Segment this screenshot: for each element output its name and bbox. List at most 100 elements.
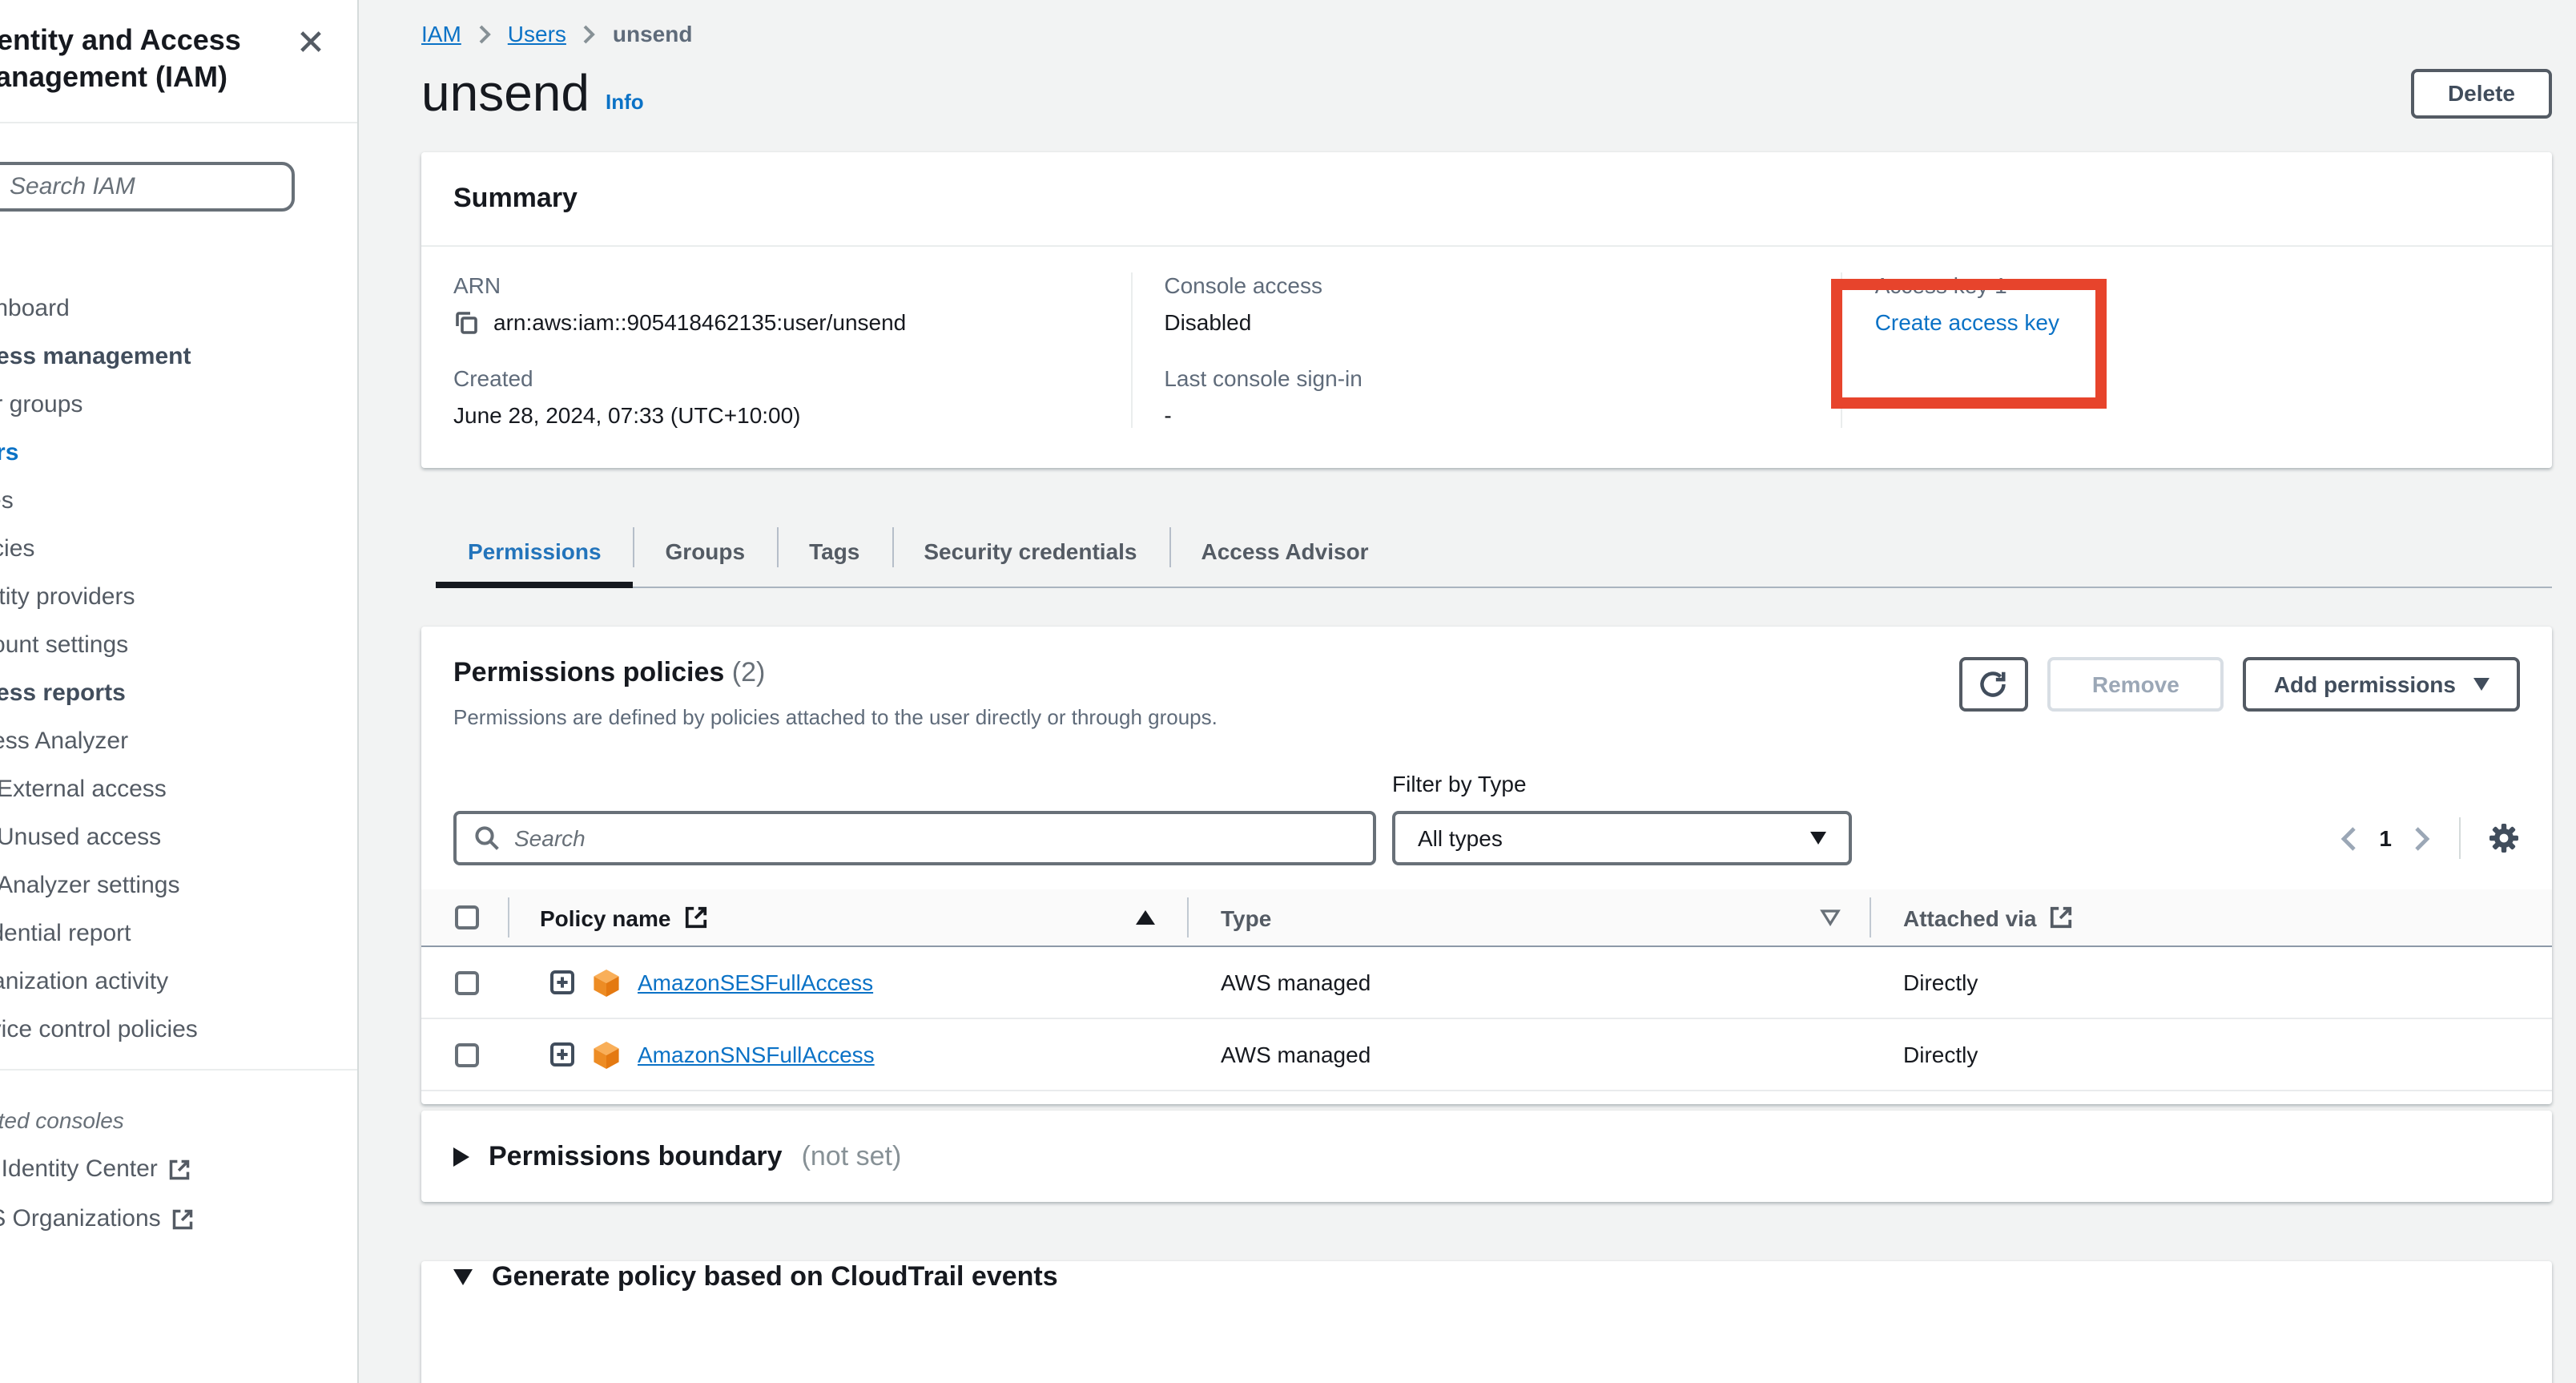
attached-via-header-label: Attached via (1903, 905, 2037, 930)
sidebar-title: Identity and Access Management (IAM) (0, 22, 311, 96)
settings-gear-icon[interactable] (2488, 822, 2520, 854)
summary-card: Summary ARN arn:aws:iam::905418462135:us… (421, 152, 2552, 468)
sidebar-item-user-groups[interactable]: User groups (0, 391, 357, 420)
sidebar-item-external-access[interactable]: External access (0, 776, 357, 804)
close-icon[interactable] (296, 27, 325, 56)
sidebar-item-organization-activity[interactable]: Organization activity (0, 968, 357, 997)
breadcrumb: IAM Users unsend (421, 21, 2552, 46)
select-all-checkbox[interactable] (455, 905, 479, 929)
sidebar-item-account-settings[interactable]: Account settings (0, 631, 357, 660)
tab-security-credentials[interactable]: Security credentials (892, 516, 1169, 587)
external-link-icon (172, 1208, 195, 1230)
arn-label: ARN (453, 272, 1098, 298)
last-signin-value: - (1164, 402, 1809, 428)
permissions-policies-title: Permissions policies (2) (453, 657, 1218, 689)
add-permissions-button[interactable]: Add permissions (2244, 657, 2520, 712)
column-type[interactable]: Type (1187, 889, 1870, 946)
sidebar-item-credential-report[interactable]: Credential report (0, 920, 357, 949)
sidebar-item-access-analyzer[interactable]: Access Analyzer (0, 728, 357, 756)
access-key-highlight-annotation (1832, 279, 2107, 409)
summary-col-access-key: Access key 1 Create access key (1841, 272, 2552, 428)
column-policy-name[interactable]: Policy name (508, 889, 1187, 946)
previous-page-button[interactable] (2339, 825, 2358, 852)
info-link[interactable]: Info (606, 89, 644, 113)
create-access-key-link[interactable]: Create access key (1875, 309, 2059, 335)
policies-count: (2) (732, 657, 766, 687)
sidebar-divider-2 (0, 1069, 357, 1071)
search-icon (474, 825, 500, 851)
chevron-right-icon (477, 23, 492, 44)
tab-bar: Permissions Groups Tags Security credent… (436, 516, 2552, 588)
tab-permissions[interactable]: Permissions (436, 516, 634, 587)
type-filter-select[interactable]: All types (1392, 811, 1852, 865)
collapse-triangle-icon[interactable] (453, 1269, 473, 1285)
row-checkbox[interactable] (455, 970, 479, 994)
permissions-policies-header: Permissions policies (2) Permissions are… (421, 627, 2552, 729)
next-page-button[interactable] (2413, 825, 2432, 852)
breadcrumb-current: unsend (613, 21, 693, 46)
created-value: June 28, 2024, 07:33 (UTC+10:00) (453, 402, 1098, 428)
expand-row-button[interactable] (549, 1042, 575, 1067)
attached-via-cell: Directly (1870, 1042, 2552, 1067)
sidebar: Identity and Access Management (IAM) Das… (0, 0, 359, 1383)
access-key-label: Access key 1 (1875, 272, 2520, 298)
arn-value: arn:aws:iam::905418462135:user/unsend (493, 309, 906, 335)
tab-access-advisor[interactable]: Access Advisor (1169, 516, 1401, 587)
sidebar-item-aws-organizations[interactable]: AWS Organizations (0, 1205, 357, 1232)
refresh-button[interactable] (1959, 657, 2028, 712)
generate-policy-card[interactable]: Generate policy based on CloudTrail even… (421, 1261, 2552, 1383)
sidebar-item-service-control-policies[interactable]: Service control policies (0, 1016, 357, 1045)
sidebar-section-access-reports: Access reports (0, 679, 357, 708)
caret-down-icon (2473, 678, 2489, 691)
row-checkbox[interactable] (455, 1042, 479, 1066)
sidebar-item-roles[interactable]: Roles (0, 487, 357, 516)
policy-search-input[interactable] (514, 825, 1355, 851)
policy-name-link[interactable]: AmazonSNSFullAccess (638, 1042, 875, 1067)
sidebar-item-dashboard[interactable]: Dashboard (0, 295, 357, 324)
permissions-boundary-title: Permissions boundary (489, 1140, 783, 1172)
table-row[interactable]: AmazonSESFullAccess AWS managed Directly (421, 947, 2552, 1019)
created-label: Created (453, 365, 1098, 391)
sort-ascending-icon[interactable] (1136, 910, 1155, 925)
breadcrumb-users[interactable]: Users (508, 21, 566, 46)
external-link-icon (169, 1158, 191, 1180)
search-iam-input[interactable] (10, 173, 250, 200)
permissions-boundary-status: (not set) (802, 1140, 902, 1172)
arn-value-row: arn:aws:iam::905418462135:user/unsend (453, 309, 1098, 335)
expand-row-button[interactable] (549, 970, 575, 995)
external-link-icon (683, 905, 707, 929)
related-item-label: IAM Identity Center (0, 1155, 158, 1183)
console-access-value: Disabled (1164, 309, 1809, 335)
policy-type-cell: AWS managed (1187, 1042, 1870, 1067)
policy-type-cell: AWS managed (1187, 970, 1870, 995)
sidebar-item-analyzer-settings[interactable]: Analyzer settings (0, 872, 357, 901)
copy-icon[interactable] (453, 309, 479, 335)
expand-triangle-icon[interactable] (453, 1147, 469, 1166)
sidebar-section-access-management: Access management (0, 343, 357, 372)
permissions-policies-card: Permissions policies (2) Permissions are… (421, 627, 2552, 1104)
remove-button[interactable]: Remove (2047, 657, 2224, 712)
tab-tags[interactable]: Tags (777, 516, 892, 587)
column-attached-via[interactable]: Attached via (1870, 889, 2552, 946)
sidebar-item-iam-identity-center[interactable]: IAM Identity Center (0, 1155, 357, 1183)
sort-inactive-icon[interactable] (1820, 909, 1841, 926)
sidebar-item-identity-providers[interactable]: Identity providers (0, 583, 357, 612)
table-row[interactable]: AmazonSNSFullAccess AWS managed Directly (421, 1019, 2552, 1091)
sidebar-item-users[interactable]: Users (0, 439, 357, 468)
summary-col-arn: ARN arn:aws:iam::905418462135:user/unsen… (421, 272, 1130, 428)
summary-body: ARN arn:aws:iam::905418462135:user/unsen… (421, 247, 2552, 468)
iam-user-detail-page: Identity and Access Management (IAM) Das… (0, 0, 2576, 1383)
sidebar-item-unused-access[interactable]: Unused access (0, 824, 357, 853)
delete-button[interactable]: Delete (2411, 68, 2552, 118)
managed-policy-icon (593, 967, 620, 998)
external-link-icon (2050, 905, 2074, 929)
permissions-policies-heading: Permissions policies (2) Permissions are… (453, 657, 1218, 729)
permissions-boundary-card[interactable]: Permissions boundary (not set) (421, 1111, 2552, 1202)
breadcrumb-iam[interactable]: IAM (421, 21, 461, 46)
sidebar-item-policies[interactable]: Policies (0, 535, 357, 564)
policy-name-header-label: Policy name (540, 905, 670, 930)
policy-name-link[interactable]: AmazonSESFullAccess (638, 970, 873, 995)
tab-groups[interactable]: Groups (634, 516, 778, 587)
page-number[interactable]: 1 (2379, 825, 2392, 851)
title-row: unsend Info Delete (421, 59, 2552, 127)
